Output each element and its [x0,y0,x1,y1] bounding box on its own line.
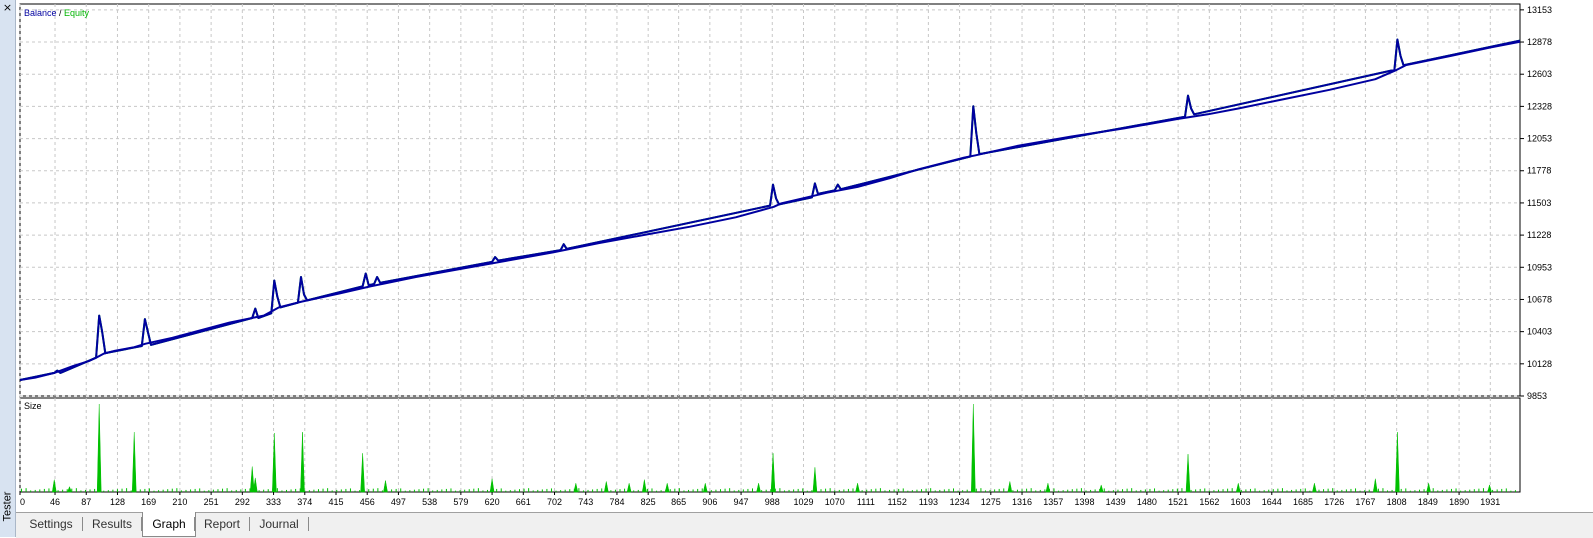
size-plot-frame [19,397,1521,493]
legend-balance: Balance [24,8,57,18]
x-tick-label: 906 [702,497,717,507]
legend: Balance / Equity [24,8,90,18]
x-tick-label: 1726 [1324,497,1344,507]
close-icon[interactable]: × [2,2,13,13]
y-tick-label: 11778 [1527,166,1551,176]
side-panel: × Tester [0,0,16,537]
x-tick-label: 865 [671,497,686,507]
x-tick-label: 1029 [793,497,813,507]
y-tick-label: 11228 [1527,230,1551,240]
x-tick-label: 1193 [919,497,938,507]
x-tick-label: 1562 [1199,497,1219,507]
legend-separator: / [57,8,65,18]
x-tick-label: 1357 [1043,497,1063,507]
x-tick-label: 46 [50,497,60,507]
x-tick-label: 1685 [1293,497,1313,507]
tab-journal[interactable]: Journal [250,513,308,535]
x-tick-label: 128 [110,497,125,507]
y-tick-label: 12053 [1527,134,1552,144]
x-tick-label: 1275 [981,497,1001,507]
y-tick-label: 12328 [1527,101,1552,111]
x-tick-label: 0 [20,497,25,507]
y-tick-label: 10953 [1527,262,1552,272]
tab-bar: Settings Results Graph Report Journal [16,512,1593,538]
tab-settings[interactable]: Settings [20,513,82,535]
x-tick-label: 333 [266,497,281,507]
x-tick-label: 1849 [1418,497,1438,507]
x-tick-label: 743 [578,497,593,507]
tester-graph: 13153 12878 12603 12328 12053 11778 11503 11228… [19,3,1552,507]
y-tick-label: 11503 [1527,198,1551,208]
size-label: Size [24,401,42,411]
legend-equity: Equity [64,8,90,18]
x-tick-label: 538 [422,497,437,507]
x-tick-label: 251 [204,497,219,507]
x-tick-label: 1931 [1480,497,1500,507]
y-tick-label: 9853 [1527,391,1547,401]
x-tick-label: 415 [328,497,343,507]
x-tick-label: 169 [141,497,156,507]
tab-separator [308,517,309,531]
y-tick-label: 13153 [1527,5,1552,15]
x-tick-label: 825 [641,497,656,507]
x-tick-label: 661 [516,497,531,507]
x-tick-label: 1521 [1168,497,1188,507]
x-tick-label: 456 [360,497,375,507]
x-tick-label: 620 [485,497,500,507]
x-tick-label: 784 [609,497,624,507]
x-tick-label: 1439 [1106,497,1126,507]
x-tick-label: 210 [172,497,187,507]
tab-results[interactable]: Results [83,513,141,535]
x-axis: 0 46 87 128 169 210 251 292 333 374 415 456 497 538 57… [19,492,1500,507]
x-tick-label: 947 [734,497,749,507]
y-tick-label: 12603 [1527,69,1552,79]
x-tick-label: 1316 [1012,497,1032,507]
x-tick-label: 579 [453,497,468,507]
x-tick-label: 1890 [1449,497,1469,507]
x-tick-label: 1644 [1262,497,1282,507]
y-axis: 13153 12878 12603 12328 12053 11778 11503 11228… [1520,5,1552,401]
x-tick-label: 1767 [1355,497,1375,507]
x-tick-label: 1152 [887,497,906,507]
panel-label: Tester [1,491,14,522]
x-tick-label: 1808 [1387,497,1407,507]
y-tick-label: 10403 [1527,327,1552,337]
x-tick-label: 1603 [1231,497,1251,507]
y-tick-label: 10128 [1527,359,1552,369]
tab-report[interactable]: Report [195,513,249,535]
x-tick-label: 87 [81,497,91,507]
x-tick-label: 702 [547,497,562,507]
x-tick-label: 1070 [825,497,845,507]
x-tick-label: 292 [235,497,250,507]
x-tick-label: 1234 [950,497,970,507]
x-tick-label: 1480 [1137,497,1157,507]
x-tick-label: 1111 [857,497,875,507]
x-tick-label: 497 [391,497,406,507]
y-tick-label: 12878 [1527,37,1552,47]
x-tick-label: 1398 [1074,497,1094,507]
x-tick-label: 988 [765,497,780,507]
x-tick-label: 374 [297,497,312,507]
y-tick-label: 10678 [1527,294,1552,304]
tab-graph[interactable]: Graph [142,512,196,537]
